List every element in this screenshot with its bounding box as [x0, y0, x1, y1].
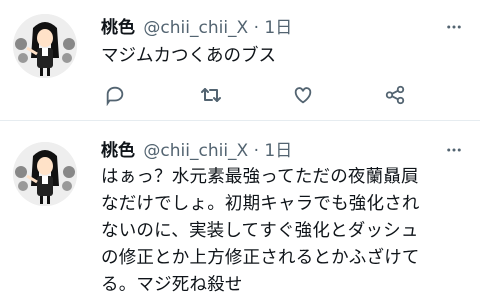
- tweet-text: マジムカつくあのブス: [101, 46, 276, 66]
- tweet-text: はぁっ？水元素最強ってただの夜蘭贔屓 なだけでしょ。初期キャラでも強化され ない…: [101, 167, 420, 295]
- display-name[interactable]: 桃色: [101, 18, 135, 38]
- tweet[interactable]: 桃色 @chii_chii_X · 1日 はぁっ？水元素最強ってただの夜蘭贔屓 …: [0, 120, 480, 307]
- share-icon[interactable]: [380, 80, 410, 110]
- retweet-icon[interactable]: [196, 80, 226, 110]
- timestamp[interactable]: 1日: [264, 18, 292, 38]
- timestamp[interactable]: 1日: [264, 141, 292, 161]
- more-icon[interactable]: [442, 15, 466, 39]
- tweet-header: 桃色 @chii_chii_X · 1日: [101, 16, 292, 40]
- reply-icon[interactable]: [100, 80, 130, 110]
- username[interactable]: @chii_chii_X: [143, 141, 248, 161]
- like-icon[interactable]: [288, 80, 318, 110]
- tweet-actions: [100, 80, 410, 110]
- tweet[interactable]: 桃色 @chii_chii_X · 1日 マジムカつくあのブス: [0, 0, 480, 120]
- separator-dot: ·: [253, 141, 259, 161]
- tweet-header: 桃色 @chii_chii_X · 1日: [101, 139, 292, 163]
- username[interactable]: @chii_chii_X: [143, 18, 248, 38]
- avatar[interactable]: [13, 14, 77, 78]
- more-icon[interactable]: [442, 138, 466, 162]
- avatar[interactable]: [13, 142, 77, 206]
- separator-dot: ·: [253, 18, 259, 38]
- display-name[interactable]: 桃色: [101, 141, 135, 161]
